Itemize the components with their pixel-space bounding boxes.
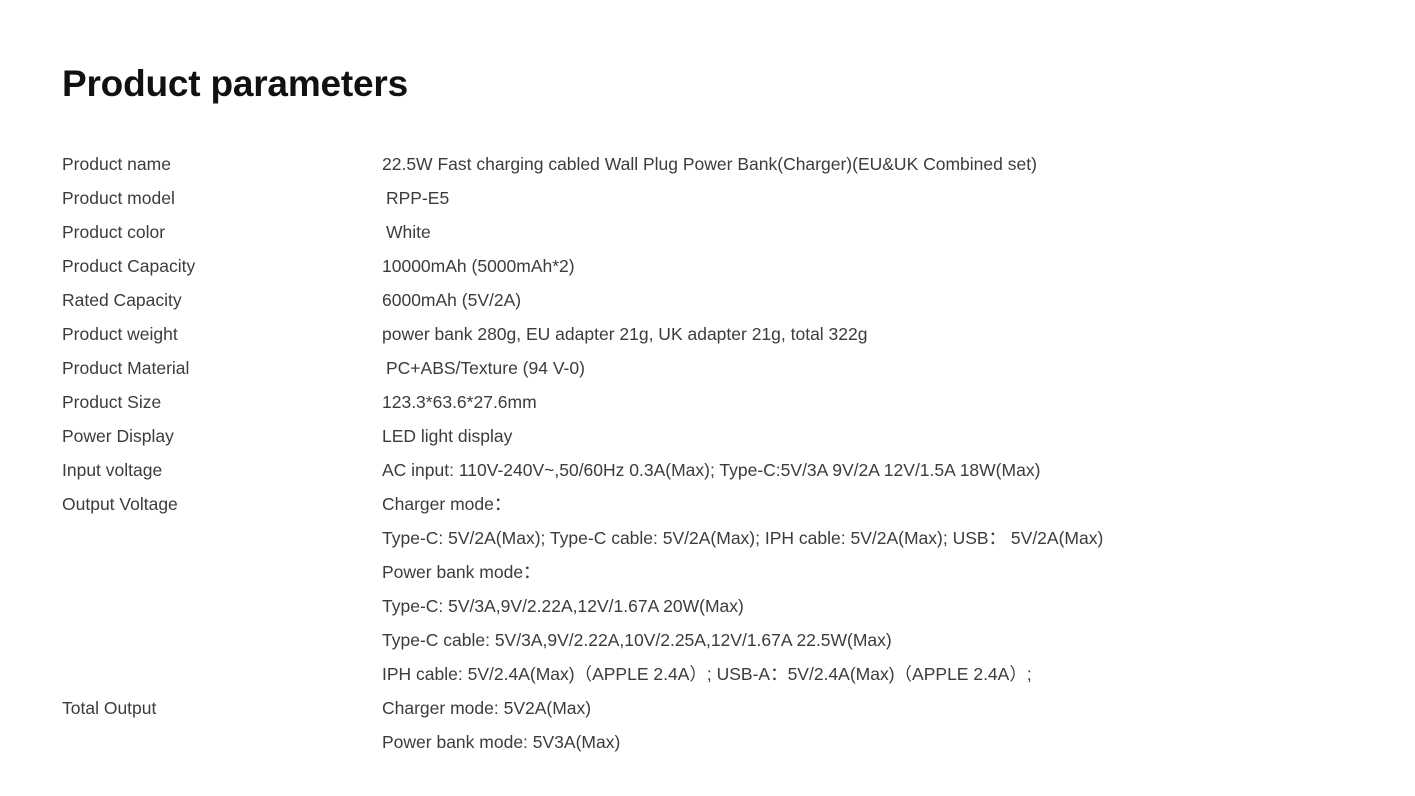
spec-label: Power Display [62, 426, 174, 446]
spec-value: power bank 280g, EU adapter 21g, UK adap… [382, 324, 868, 344]
specifications-table: Product name 22.5W Fast charging cabled … [0, 147, 1415, 759]
table-row: Input voltage AC input: 110V-240V~,50/60… [0, 453, 1415, 487]
spec-value: 123.3*63.6*27.6mm [382, 392, 537, 412]
page-title: Product parameters [62, 63, 408, 104]
spec-value-line: IPH cable: 5V/2.4A(Max)（APPLE 2.4A）; USB… [382, 664, 1032, 684]
spec-value-line: Type-C cable: 5V/3A,9V/2.22A,10V/2.25A,1… [382, 630, 892, 650]
spec-value: AC input: 110V-240V~,50/60Hz 0.3A(Max); … [382, 460, 1041, 480]
spec-value: RPP-E5 [386, 188, 450, 208]
table-row: Product Capacity 10000mAh (5000mAh*2) [0, 249, 1415, 283]
spec-label: Product Material [62, 358, 190, 378]
spec-value: White [386, 222, 431, 242]
spec-value: LED light display [382, 426, 513, 446]
spec-value-group: Charger mode: 5V2A(Max) Power bank mode:… [382, 691, 1415, 759]
spec-label: Product Capacity [62, 256, 196, 276]
table-row: Product color White [0, 215, 1415, 249]
spec-label: Product weight [62, 324, 178, 344]
table-row: Product name 22.5W Fast charging cabled … [0, 147, 1415, 181]
spec-value: 22.5W Fast charging cabled Wall Plug Pow… [382, 154, 1037, 174]
spec-value: 10000mAh (5000mAh*2) [382, 256, 575, 276]
spec-value: PC+ABS/Texture (94 V-0) [386, 358, 585, 378]
table-row: Rated Capacity 6000mAh (5V/2A) [0, 283, 1415, 317]
spec-label: Product name [62, 154, 171, 174]
table-row: Product Size 123.3*63.6*27.6mm [0, 385, 1415, 419]
spec-value-line: Charger mode： [382, 494, 512, 514]
spec-label: Input voltage [62, 460, 163, 480]
spec-value-line: Power bank mode: 5V3A(Max) [382, 732, 621, 752]
spec-value-line: Type-C: 5V/3A,9V/2.22A,12V/1.67A 20W(Max… [382, 596, 744, 616]
spec-label: Product model [62, 188, 175, 208]
spec-value-line: Type-C: 5V/2A(Max); Type-C cable: 5V/2A(… [382, 528, 1104, 548]
spec-label: Rated Capacity [62, 290, 182, 310]
product-parameters-page: Product parameters Product name 22.5W Fa… [0, 0, 1415, 796]
spec-label: Product color [62, 222, 166, 242]
spec-label: Total Output [62, 698, 157, 718]
spec-label: Product Size [62, 392, 162, 412]
table-row: Product weight power bank 280g, EU adapt… [0, 317, 1415, 351]
spec-label: Output Voltage [62, 494, 178, 514]
table-row-total-output: Total Output Charger mode: 5V2A(Max) Pow… [0, 691, 1415, 759]
spec-value-line: Charger mode: 5V2A(Max) [382, 698, 592, 718]
spec-value-line: Power bank mode： [382, 562, 541, 582]
table-row: Product model RPP-E5 [0, 181, 1415, 215]
table-row: Power Display LED light display [0, 419, 1415, 453]
table-row: Product Material PC+ABS/Texture (94 V-0) [0, 351, 1415, 385]
spec-value-group: Charger mode： Type-C: 5V/2A(Max); Type-C… [382, 487, 1415, 691]
spec-value: 6000mAh (5V/2A) [382, 290, 522, 310]
table-row-output-voltage: Output Voltage Charger mode： Type-C: 5V/… [0, 487, 1415, 691]
